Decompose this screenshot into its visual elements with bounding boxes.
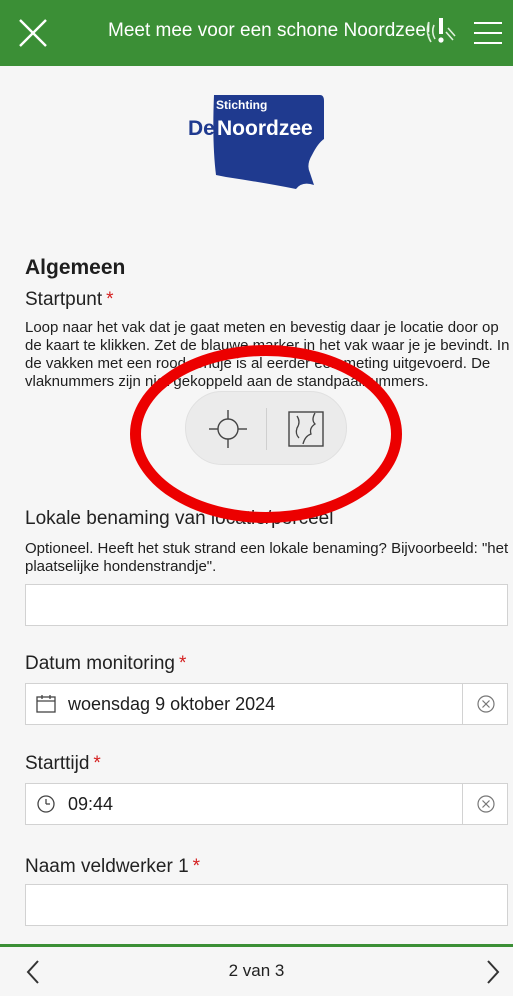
- calendar-icon: [36, 695, 56, 713]
- clear-time-icon[interactable]: [476, 794, 496, 814]
- lokale-benaming-input[interactable]: [25, 584, 508, 626]
- clear-date-icon[interactable]: [476, 694, 496, 714]
- gps-status-icon[interactable]: [423, 12, 461, 52]
- map-icon: [288, 411, 324, 447]
- lokale-benaming-label: Lokale benaming van locatie/perceel: [25, 508, 334, 529]
- menu-icon[interactable]: [470, 14, 506, 52]
- logo-text-line1: Stichting: [216, 98, 267, 112]
- locate-icon: [209, 410, 247, 448]
- required-marker: *: [192, 856, 201, 877]
- datum-input[interactable]: woensdag 9 oktober 2024: [26, 684, 463, 724]
- clock-icon: [37, 795, 55, 813]
- startpunt-label-text: Startpunt: [25, 289, 103, 310]
- lokale-benaming-hint: Optioneel. Heeft het stuk strand een lok…: [25, 540, 509, 575]
- required-marker: *: [106, 289, 114, 310]
- app-title: Meet mee voor een schone Noordzee!: [108, 20, 432, 41]
- starttijd-value: 09:44: [68, 794, 114, 814]
- starttijd-label: Starttijd *: [25, 753, 101, 775]
- datum-value: woensdag 9 oktober 2024: [68, 694, 276, 714]
- app-header: Meet mee voor een schone Noordzee!: [0, 0, 513, 66]
- starttijd-input[interactable]: 09:44: [26, 784, 463, 824]
- starttijd-label-text: Starttijd: [25, 753, 90, 774]
- startpunt-hint: Loop naar het vak dat je gaat meten en b…: [25, 319, 510, 390]
- veldwerker-input[interactable]: [25, 884, 508, 926]
- required-marker: *: [178, 653, 187, 674]
- page-navigation: 2 van 3: [0, 944, 513, 996]
- datum-field: woensdag 9 oktober 2024: [25, 683, 508, 725]
- location-method-toggle: [185, 391, 347, 465]
- stichting-de-noordzee-logo: Stichting De Noordzee: [188, 95, 324, 189]
- datum-label-text: Datum monitoring: [25, 653, 175, 674]
- logo-text-de: De: [188, 117, 215, 140]
- pick-on-map-button[interactable]: [267, 392, 348, 466]
- page-indicator: 2 van 3: [228, 961, 285, 980]
- datum-label: Datum monitoring *: [25, 653, 186, 675]
- veldwerker-label-text: Naam veldwerker 1: [25, 856, 189, 877]
- startpunt-label: Startpunt *: [25, 289, 114, 311]
- logo-text-noordzee: Noordzee: [217, 117, 313, 140]
- starttijd-field: 09:44: [25, 783, 508, 825]
- section-title: Algemeen: [25, 256, 126, 279]
- required-marker: *: [93, 753, 101, 774]
- close-icon[interactable]: [14, 14, 52, 52]
- chevron-right-icon[interactable]: [482, 957, 504, 987]
- locate-me-button[interactable]: [186, 392, 267, 466]
- veldwerker-label: Naam veldwerker 1 *: [25, 856, 200, 878]
